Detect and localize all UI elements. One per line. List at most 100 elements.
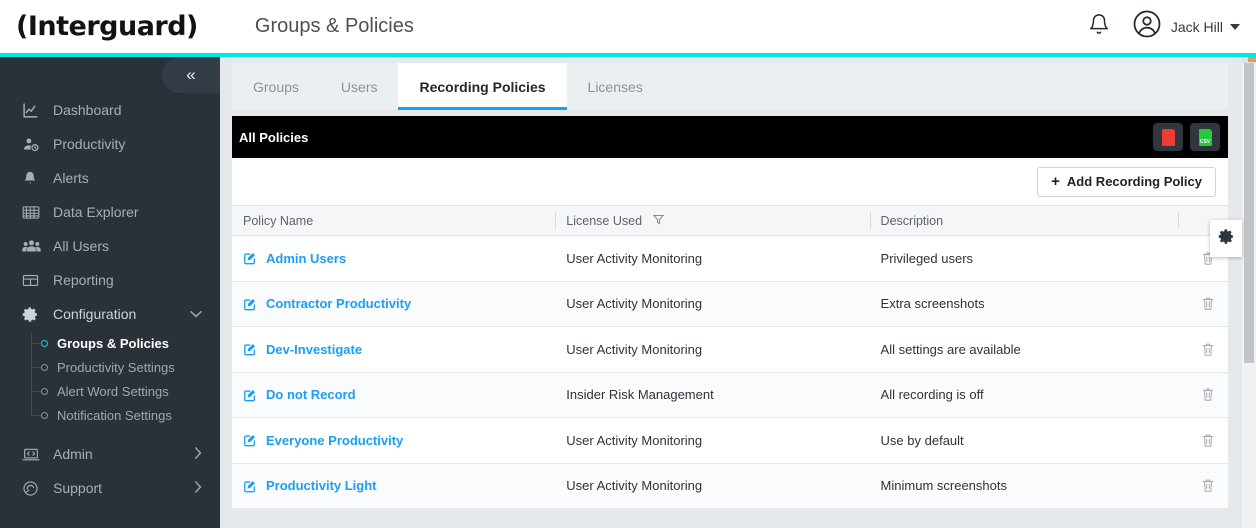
tab-bar: Groups Users Recording Policies Licenses xyxy=(232,63,1228,110)
sidebar-item-admin[interactable]: Admin xyxy=(0,437,220,471)
sidebar-item-productivity[interactable]: Productivity xyxy=(0,127,220,161)
app-logo[interactable]: (Interguard) xyxy=(16,11,198,42)
table-row[interactable]: Everyone Productivity User Activity Moni… xyxy=(232,417,1228,464)
chevron-down-icon xyxy=(1230,23,1240,30)
cell-license-used: Insider Risk Management xyxy=(555,372,870,418)
gear-settings-icon xyxy=(1218,228,1235,250)
policy-name-label: Everyone Productivity xyxy=(266,432,404,448)
sidebar-item-label: Admin xyxy=(53,446,93,462)
notifications-button[interactable] xyxy=(1088,13,1110,40)
column-header-description[interactable]: Description xyxy=(869,205,1178,236)
users-group-icon xyxy=(22,238,44,254)
sidebar-divider xyxy=(0,427,220,437)
cell-license-used: User Activity Monitoring xyxy=(555,417,870,464)
sidebar-subnav-configuration: Groups & Policies Productivity Settings … xyxy=(0,331,220,427)
sidebar-item-alert-word-settings[interactable]: Alert Word Settings xyxy=(0,379,220,403)
edit-square-icon xyxy=(243,297,257,311)
main-content: Groups Users Recording Policies Licenses… xyxy=(220,57,1242,528)
sidebar-subitem-label: Groups & Policies xyxy=(57,335,169,351)
export-pdf-button[interactable] xyxy=(1153,123,1183,151)
policy-name-label: Productivity Light xyxy=(266,478,377,494)
sidebar-item-alerts[interactable]: Alerts xyxy=(0,161,220,195)
tab-label: Recording Policies xyxy=(419,78,546,95)
column-header-license-used[interactable]: License Used xyxy=(555,205,870,236)
delete-policy-button[interactable] xyxy=(1189,342,1228,357)
plus-icon: + xyxy=(1051,173,1060,190)
edit-square-icon xyxy=(243,251,257,265)
sidebar-item-label: All Users xyxy=(53,238,110,254)
sidebar-item-label: Dashboard xyxy=(53,102,122,118)
page-scrollbar[interactable] xyxy=(1242,57,1256,528)
chart-line-icon xyxy=(22,102,44,119)
gear-icon xyxy=(22,306,44,323)
table-row[interactable]: Admin Users User Activity Monitoring Pri… xyxy=(232,235,1228,282)
sidebar-item-label: Support xyxy=(53,480,103,496)
policy-name-link[interactable]: Contractor Productivity xyxy=(243,296,555,311)
export-buttons: CSV xyxy=(1153,123,1220,151)
delete-policy-button[interactable] xyxy=(1189,296,1228,311)
policy-name-link[interactable]: Productivity Light xyxy=(243,478,555,493)
table-row[interactable]: Productivity Light User Activity Monitor… xyxy=(232,463,1228,509)
export-csv-button[interactable]: CSV xyxy=(1190,123,1220,151)
active-dot-icon xyxy=(41,339,48,347)
scrollbar-thumb[interactable] xyxy=(1244,63,1254,363)
edit-square-icon xyxy=(243,342,257,356)
headset-icon xyxy=(22,480,44,497)
delete-policy-button[interactable] xyxy=(1189,478,1228,493)
tab-groups[interactable]: Groups xyxy=(232,63,320,110)
sidebar-item-label: Reporting xyxy=(53,272,114,288)
sidebar-item-dashboard[interactable]: Dashboard xyxy=(0,93,220,127)
tab-licenses[interactable]: Licenses xyxy=(567,63,664,110)
cell-description: All settings are available xyxy=(869,326,1178,373)
sidebar-item-data-explorer[interactable]: Data Explorer xyxy=(0,195,220,229)
user-menu-button[interactable]: Jack Hill xyxy=(1132,9,1240,44)
sidebar-subitem-label: Alert Word Settings xyxy=(57,383,169,399)
filter-funnel-icon[interactable] xyxy=(652,214,664,228)
sidebar-item-all-users[interactable]: All Users xyxy=(0,229,220,263)
user-name-label: Jack Hill xyxy=(1170,18,1223,35)
table-row[interactable]: Dev-Investigate User Activity Monitoring… xyxy=(232,326,1228,373)
sidebar-item-label: Configuration xyxy=(53,306,137,322)
add-recording-policy-button[interactable]: + Add Recording Policy xyxy=(1037,166,1216,197)
all-policies-panel: All Policies CSV + Add Recording Policy … xyxy=(232,116,1228,509)
delete-policy-button[interactable] xyxy=(1189,387,1228,402)
page-title: Groups & Policies xyxy=(254,15,414,37)
table-row[interactable]: Contractor Productivity User Activity Mo… xyxy=(232,281,1228,327)
sidebar: « Dashboard Productivity Alerts Data Exp… xyxy=(0,57,220,528)
panel-toolbar: + Add Recording Policy xyxy=(232,158,1228,205)
settings-gear-button[interactable] xyxy=(1210,220,1242,257)
sidebar-item-notification-settings[interactable]: Notification Settings xyxy=(0,403,220,427)
cell-actions xyxy=(1177,326,1228,373)
cell-policy-name: Contractor Productivity xyxy=(232,281,556,327)
cell-policy-name: Productivity Light xyxy=(232,463,556,509)
table-head: Policy Name License Used Description xyxy=(232,205,1228,236)
policy-name-label: Admin Users xyxy=(266,250,347,266)
policy-name-link[interactable]: Dev-Investigate xyxy=(243,342,555,357)
policy-name-label: Dev-Investigate xyxy=(266,341,363,357)
sidebar-item-groups-policies[interactable]: Groups & Policies xyxy=(0,331,220,355)
policy-name-link[interactable]: Do not Record xyxy=(243,387,555,402)
cell-description: Privileged users xyxy=(869,235,1178,282)
sidebar-item-productivity-settings[interactable]: Productivity Settings xyxy=(0,355,220,379)
edit-square-icon xyxy=(243,388,257,402)
sidebar-collapse-button[interactable]: « xyxy=(162,57,220,93)
sidebar-item-support[interactable]: Support xyxy=(0,471,220,505)
bullet-dot-icon xyxy=(41,387,48,395)
cell-policy-name: Do not Record xyxy=(232,372,556,418)
laptop-code-icon xyxy=(22,447,44,462)
table-row[interactable]: Do not Record Insider Risk Management Al… xyxy=(232,372,1228,418)
column-header-policy-name[interactable]: Policy Name xyxy=(232,205,556,236)
sidebar-collapse-wrap: « xyxy=(0,57,220,93)
cell-policy-name: Admin Users xyxy=(232,235,556,282)
policy-name-link[interactable]: Everyone Productivity xyxy=(243,433,555,448)
sidebar-item-reporting[interactable]: Reporting xyxy=(0,263,220,297)
table-icon xyxy=(22,273,44,288)
tab-users[interactable]: Users xyxy=(320,63,399,110)
policy-name-link[interactable]: Admin Users xyxy=(243,251,555,266)
policy-name-label: Contractor Productivity xyxy=(266,296,412,312)
tab-recording-policies[interactable]: Recording Policies xyxy=(398,63,567,110)
add-recording-policy-label: Add Recording Policy xyxy=(1066,174,1202,189)
delete-policy-button[interactable] xyxy=(1189,433,1228,448)
bell-icon xyxy=(1088,13,1110,40)
sidebar-item-configuration[interactable]: Configuration xyxy=(0,297,220,331)
